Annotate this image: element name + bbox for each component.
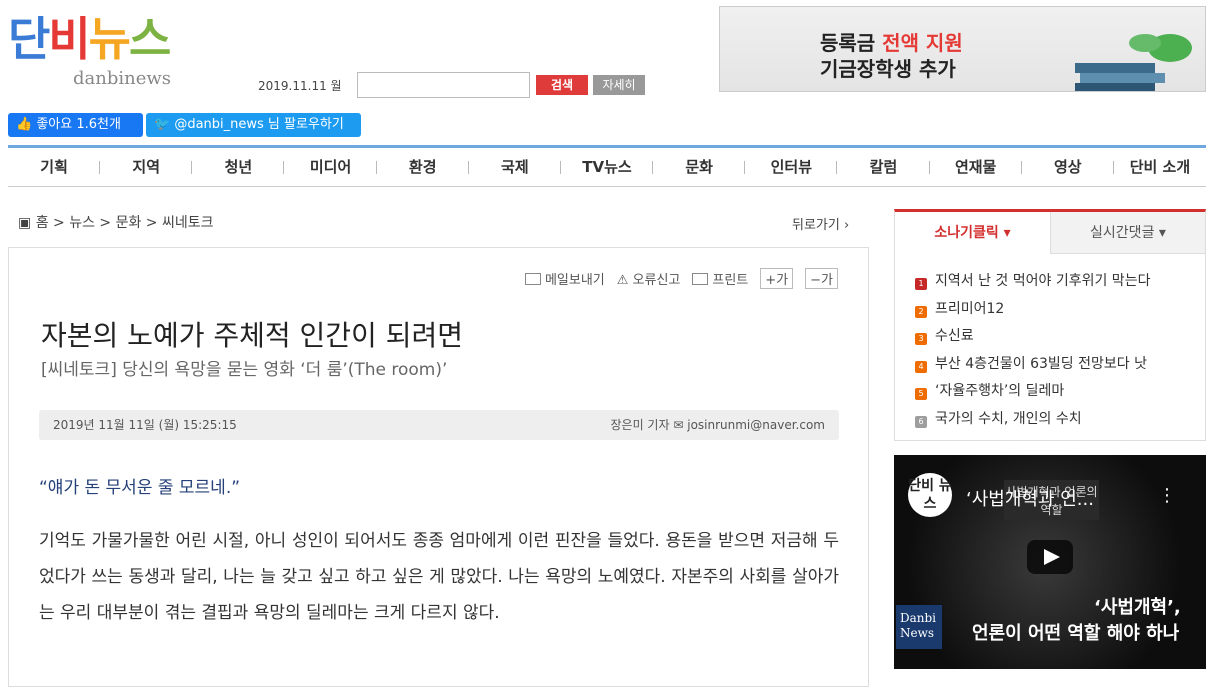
- banner-line-1: 등록금 전액 지원: [820, 31, 963, 55]
- back-link[interactable]: 뒤로가기 ›: [792, 214, 849, 233]
- nav-item-plan[interactable]: 기획: [8, 148, 101, 186]
- nav-item-culture[interactable]: 문화: [653, 148, 746, 186]
- current-date: 2019.11.11 월: [258, 79, 342, 93]
- nav-item-column[interactable]: 칼럼: [837, 148, 930, 186]
- detail-search-button[interactable]: 자세히: [593, 75, 645, 95]
- font-increase-button[interactable]: +가: [760, 268, 794, 289]
- caret-down-icon: ▾: [1158, 225, 1166, 241]
- play-button[interactable]: [1027, 540, 1073, 574]
- list-item[interactable]: 6 국가의 수치, 개인의 수치: [915, 406, 1150, 434]
- ad-banner[interactable]: 등록금 전액 지원 기금장학생 추가: [719, 6, 1206, 92]
- video-caption-2: 언론이 어떤 역할 해야 하나: [972, 623, 1180, 644]
- channel-logo[interactable]: 단비 뉴스: [908, 473, 952, 517]
- nav-item-interview[interactable]: 인터뷰: [745, 148, 838, 186]
- article-date: 2019년 11월 11일 (월) 15:25:15: [53, 418, 237, 432]
- list-item[interactable]: 1 지역서 난 것 먹어야 기후위기 막는다: [915, 268, 1150, 296]
- article-author[interactable]: 장은미 기자 ✉ josinrunmi@naver.com: [611, 410, 826, 440]
- mail-icon: ✉: [673, 418, 684, 432]
- nav-item-environment[interactable]: 환경: [377, 148, 469, 186]
- list-item[interactable]: 5 ‘자율주행차’의 딜레마: [915, 378, 1150, 406]
- caret-down-icon: ▾: [1003, 225, 1011, 241]
- search-button[interactable]: 검색: [536, 75, 588, 95]
- thumbs-up-icon: 👍: [16, 117, 37, 132]
- nav-item-region[interactable]: 지역: [100, 148, 193, 186]
- logo-english: danbinews: [73, 68, 172, 89]
- twitter-follow-button[interactable]: 🐦 @danbi_news 님 팔로우하기: [146, 113, 361, 137]
- tab-live-comments[interactable]: 실시간댓글 ▾: [1050, 212, 1205, 254]
- facebook-like-button[interactable]: 👍 좋아요 1.6천개: [8, 113, 143, 137]
- main-nav: 기획 지역 청년 미디어 환경 국제 TV뉴스 문화 인터뷰 칼럼 연재물 영상…: [8, 145, 1206, 187]
- more-vertical-icon[interactable]: ⋮: [1158, 485, 1176, 506]
- list-item[interactable]: 2 프리미어12: [915, 296, 1150, 324]
- banner-line-2: 기금장학생 추가: [820, 57, 956, 81]
- breadcrumb[interactable]: ▣ 홈 > 뉴스 > 문화 > 씨네토크: [18, 212, 214, 232]
- nav-item-youth[interactable]: 청년: [192, 148, 285, 186]
- books-illustration: [1075, 34, 1192, 91]
- nav-item-about[interactable]: 단비 소개: [1114, 148, 1206, 186]
- twitter-bird-icon: 🐦: [154, 117, 175, 132]
- article-meta: 2019년 11월 11일 (월) 15:25:15 장은미 기자 ✉ josi…: [39, 410, 839, 440]
- logo-korean: 단비뉴스: [8, 12, 171, 66]
- report-error-button[interactable]: ⚠ 오류신고: [617, 269, 681, 288]
- alert-icon: ⚠: [616, 273, 629, 288]
- article-tools: 메일보내기 ⚠ 오류신고 프린트 +가 −가: [524, 268, 838, 289]
- nav-item-international[interactable]: 국제: [469, 148, 562, 186]
- ranking-panel: 소나기클릭 ▾ 실시간댓글 ▾ 1 지역서 난 것 먹어야 기후위기 막는다 2프…: [894, 209, 1206, 441]
- site-logo[interactable]: 단비뉴스 danbinews: [8, 14, 198, 94]
- home-icon: ▣: [18, 215, 36, 231]
- list-item[interactable]: 3 수신료: [915, 323, 1150, 351]
- video-player[interactable]: 사법개혁과 언론의 역할 단비 뉴스 ‘사법개혁과 언... ⋮ Danbi N…: [894, 455, 1206, 669]
- video-title[interactable]: ‘사법개혁과 언...: [966, 485, 1094, 511]
- article-quote: “얘가 돈 무서운 줄 모르네.”: [39, 478, 241, 498]
- article-subtitle: [씨네토크] 당신의 욕망을 묻는 영화 ‘더 룸’(The room)’: [41, 360, 448, 380]
- video-brand-logo: Danbi News: [896, 605, 942, 649]
- article-title: 자본의 노예가 주체적 인간이 되려면: [41, 319, 464, 352]
- font-decrease-button[interactable]: −가: [805, 268, 838, 289]
- list-item[interactable]: 4 부산 4층건물이 63빌딩 전망보다 낫: [915, 351, 1150, 379]
- article-body: 기억도 가물가물한 어린 시절, 아니 성인이 되어서도 종종 엄마에게 이런 …: [39, 531, 839, 623]
- nav-item-series[interactable]: 연재물: [930, 148, 1022, 186]
- nav-item-tv-news[interactable]: TV뉴스: [561, 148, 654, 186]
- arrow-right-icon: ›: [843, 218, 850, 233]
- print-button[interactable]: 프린트: [692, 269, 748, 288]
- email-button[interactable]: 메일보내기: [524, 269, 605, 288]
- search-input[interactable]: [357, 72, 530, 98]
- email-icon: [524, 273, 541, 285]
- tab-popular[interactable]: 소나기클릭 ▾: [895, 212, 1050, 254]
- nav-item-video[interactable]: 영상: [1022, 148, 1115, 186]
- printer-icon: [692, 273, 709, 285]
- video-caption-1: ‘사법개혁’,: [1094, 597, 1181, 618]
- ranking-list: 1 지역서 난 것 먹어야 기후위기 막는다 2 프리미어12 3 수신료 4 부산 4…: [915, 268, 1150, 433]
- article: 메일보내기 ⚠ 오류신고 프린트 +가 −가 자본의 노예가 주체적 인간이 되…: [8, 247, 869, 687]
- nav-item-media[interactable]: 미디어: [284, 148, 377, 186]
